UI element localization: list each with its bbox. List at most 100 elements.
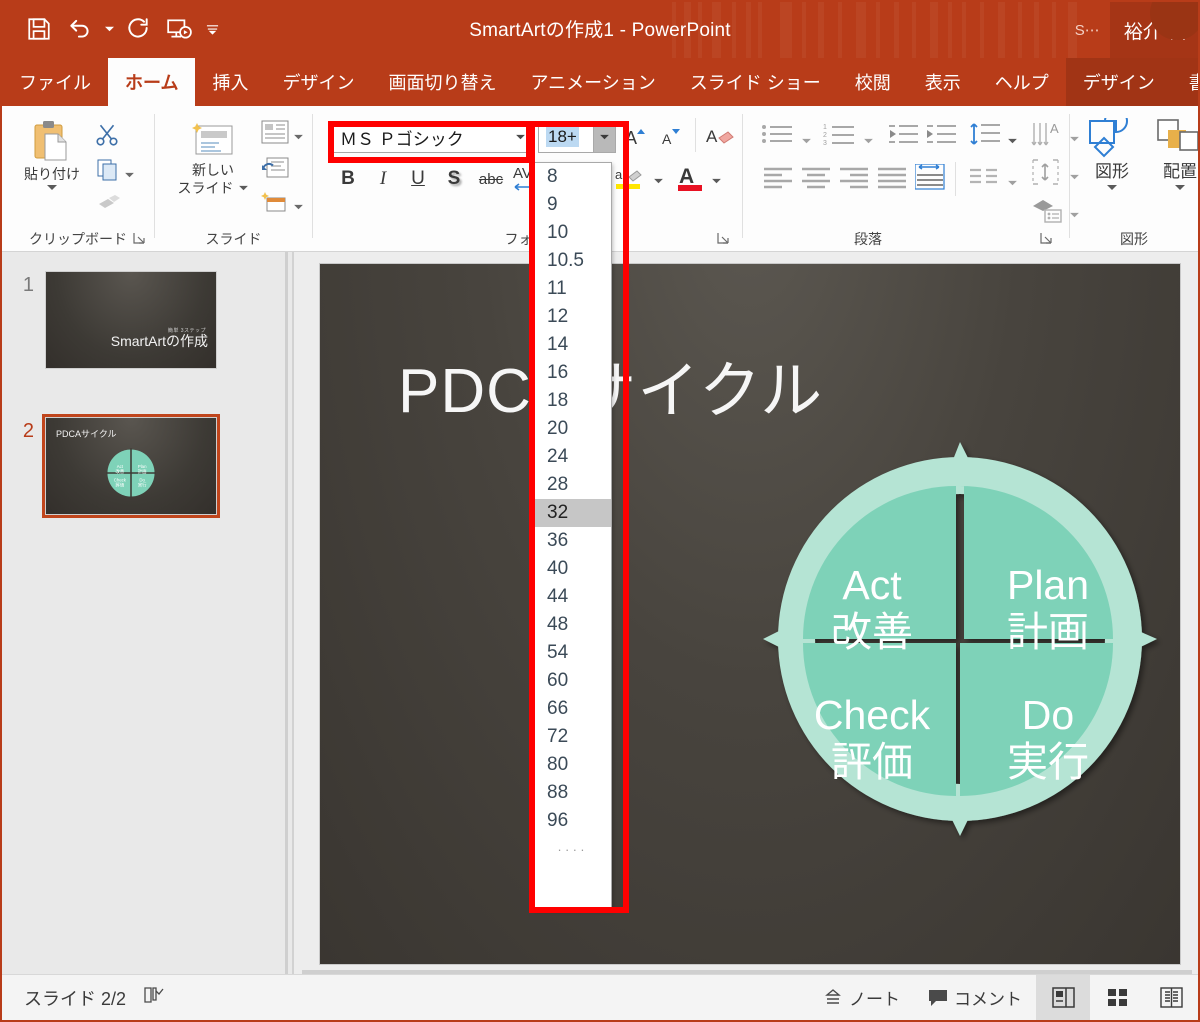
- tab-review[interactable]: 校閲: [838, 58, 908, 106]
- slideshow-icon[interactable]: [160, 10, 198, 48]
- font-name-combo[interactable]: ＭＳ Ｐゴシック: [332, 121, 532, 153]
- italic-button[interactable]: I: [368, 164, 398, 194]
- font-size-option[interactable]: 28: [535, 471, 611, 499]
- thumbnail-pane-scrollbar[interactable]: [285, 252, 288, 974]
- justify-button[interactable]: [877, 166, 907, 195]
- arrange-button[interactable]: 配置: [1150, 118, 1198, 192]
- tab-smartart-design[interactable]: デザイン: [1065, 58, 1172, 106]
- thumbnail-2[interactable]: PDCAサイクル Act 改善 Plan 計画 Check 評価 Do 実行: [42, 414, 220, 518]
- tab-transitions[interactable]: 画面切り替え: [371, 58, 513, 106]
- account-box[interactable]: 裕介 相: [1109, 2, 1198, 58]
- columns-dropdown-icon[interactable]: [1007, 174, 1018, 192]
- highlight-color-dropdown-icon[interactable]: [653, 172, 664, 190]
- tab-help[interactable]: ヘルプ: [978, 58, 1066, 106]
- notes-button[interactable]: ノート: [809, 975, 914, 1021]
- font-size-dropdown-list[interactable]: 8 9 10 10.5 11 12 14 16 18 20 24 28 32 3…: [534, 162, 612, 909]
- line-spacing-button[interactable]: [969, 122, 1001, 153]
- tab-insert[interactable]: 挿入: [195, 58, 265, 106]
- shapes-button[interactable]: 図形: [1082, 118, 1142, 192]
- save-icon[interactable]: [20, 10, 58, 48]
- convert-to-smartart-button[interactable]: [1031, 196, 1065, 229]
- font-size-option[interactable]: 20: [535, 415, 611, 443]
- bullets-button[interactable]: [761, 122, 795, 153]
- thumbnail-1[interactable]: 簡単 3ステップ SmartArtの作成: [42, 268, 220, 372]
- font-size-option[interactable]: 8: [535, 163, 611, 191]
- text-direction-button[interactable]: [914, 163, 945, 195]
- bold-button[interactable]: B: [333, 164, 363, 194]
- underline-button[interactable]: U: [403, 164, 433, 194]
- tab-slideshow[interactable]: スライド ショー: [673, 58, 838, 106]
- share-button[interactable]: S⋯: [1065, 2, 1110, 58]
- font-size-option[interactable]: 40: [535, 555, 611, 583]
- font-size-option[interactable]: 9: [535, 191, 611, 219]
- layout-dropdown-icon[interactable]: [293, 128, 304, 146]
- decrease-font-size-button[interactable]: A: [658, 123, 688, 151]
- font-size-option[interactable]: 10: [535, 219, 611, 247]
- redo-icon[interactable]: [119, 10, 157, 48]
- slide-thumbnail-pane[interactable]: 1 簡単 3ステップ SmartArtの作成 2 PDCAサイクル Act 改善: [2, 252, 292, 974]
- font-size-option[interactable]: 88: [535, 779, 611, 807]
- copy-dropdown-icon[interactable]: [124, 166, 135, 184]
- undo-icon[interactable]: [61, 10, 99, 48]
- font-size-option[interactable]: 11: [535, 275, 611, 303]
- increase-font-size-button[interactable]: A: [623, 123, 653, 151]
- section-button[interactable]: [261, 190, 289, 219]
- font-size-option[interactable]: 12: [535, 303, 611, 331]
- font-dialog-launcher[interactable]: [716, 231, 732, 247]
- tab-home[interactable]: ホーム: [108, 58, 196, 106]
- text-shadow-button[interactable]: S: [439, 164, 469, 194]
- copy-button[interactable]: [96, 158, 120, 187]
- reset-button[interactable]: [261, 156, 289, 185]
- numbering-button[interactable]: 1 2 3: [823, 122, 857, 153]
- format-painter-button[interactable]: [96, 188, 122, 217]
- font-size-option[interactable]: 72: [535, 723, 611, 751]
- normal-view-button[interactable]: [1036, 974, 1090, 1020]
- thumbnail-row-2[interactable]: 2 PDCAサイクル Act 改善 Plan 計画 Check 評価 Do 実行: [2, 414, 292, 518]
- quick-access-toolbar[interactable]: [20, 10, 223, 48]
- align-left-button[interactable]: [763, 166, 793, 195]
- reading-view-button[interactable]: [1144, 975, 1198, 1021]
- pdca-cycle-diagram[interactable]: Act 改善 Plan 計画 Check 評価 Do 実行: [745, 424, 1175, 934]
- clipboard-dialog-launcher[interactable]: [132, 231, 148, 247]
- font-size-option[interactable]: 80: [535, 751, 611, 779]
- clear-formatting-button[interactable]: A: [705, 122, 737, 152]
- font-size-option-selected[interactable]: 32: [535, 499, 611, 527]
- accessibility-icon[interactable]: [142, 984, 164, 1011]
- font-color-button[interactable]: A: [675, 162, 707, 194]
- font-name-dropdown-icon[interactable]: [509, 122, 531, 152]
- tab-file[interactable]: ファイル: [2, 58, 108, 106]
- increase-indent-button[interactable]: [925, 122, 957, 153]
- font-size-dropdown-icon[interactable]: [593, 122, 615, 152]
- tab-design[interactable]: デザイン: [265, 58, 371, 106]
- cut-button[interactable]: [94, 122, 120, 153]
- paragraph-dialog-launcher[interactable]: [1039, 231, 1055, 247]
- font-size-option[interactable]: 60: [535, 667, 611, 695]
- customize-qat-icon[interactable]: [201, 10, 223, 48]
- tab-view[interactable]: 表示: [908, 58, 978, 106]
- slide-sorter-view-button[interactable]: [1090, 975, 1144, 1021]
- font-size-option[interactable]: 16: [535, 359, 611, 387]
- font-size-option[interactable]: 14: [535, 331, 611, 359]
- ribbon-tabs[interactable]: ファイル ホーム 挿入 デザイン 画面切り替え アニメーション スライド ショー…: [2, 58, 1198, 106]
- font-size-combo[interactable]: 18+: [538, 121, 616, 153]
- font-size-option[interactable]: 96: [535, 807, 611, 835]
- tab-smartart-format[interactable]: 書: [1171, 58, 1198, 106]
- font-size-option[interactable]: 54: [535, 639, 611, 667]
- layout-button[interactable]: [261, 120, 289, 149]
- new-slide-button[interactable]: 新しい スライド: [171, 120, 255, 196]
- current-slide[interactable]: PDCAサイクル: [320, 264, 1180, 964]
- text-direction-vertical-button[interactable]: A: [1031, 120, 1065, 155]
- font-size-option[interactable]: 24: [535, 443, 611, 471]
- font-size-option[interactable]: 66: [535, 695, 611, 723]
- font-size-option[interactable]: 36: [535, 527, 611, 555]
- font-size-scroll-more-icon[interactable]: ....: [535, 835, 611, 857]
- font-size-option[interactable]: 48: [535, 611, 611, 639]
- align-right-button[interactable]: [839, 166, 869, 195]
- line-spacing-dropdown-icon[interactable]: [1007, 132, 1018, 150]
- numbering-dropdown-icon[interactable]: [863, 132, 874, 150]
- align-text-button[interactable]: [1031, 158, 1065, 191]
- columns-button[interactable]: [969, 166, 999, 195]
- font-size-option[interactable]: 44: [535, 583, 611, 611]
- thumbnail-row-1[interactable]: 1 簡単 3ステップ SmartArtの作成: [2, 268, 292, 372]
- paste-button[interactable]: 貼り付け: [16, 120, 88, 192]
